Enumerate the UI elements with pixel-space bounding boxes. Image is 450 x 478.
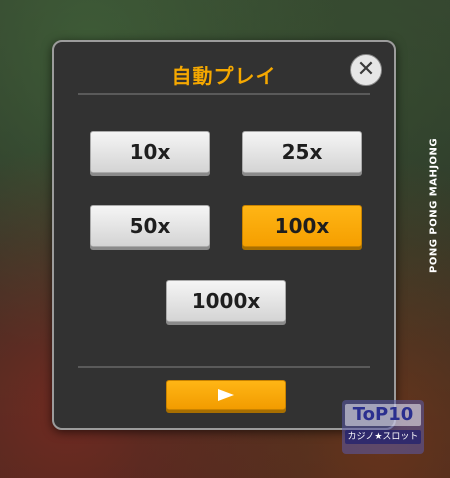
watermark-logo: ToP10 カジノ★スロット <box>342 400 424 454</box>
autoplay-dialog: 自動プレイ ✕ 10x 25x 50x 100x 1000x <box>52 40 396 430</box>
divider-bottom <box>78 366 370 368</box>
watermark-logo-text: ToP10 <box>345 404 421 426</box>
autoplay-option-10x[interactable]: 10x <box>90 131 210 173</box>
autoplay-option-50x[interactable]: 50x <box>90 205 210 247</box>
option-label: 1000x <box>191 289 261 313</box>
watermark-subtitle: カジノ★スロット <box>345 430 421 444</box>
autoplay-option-100x[interactable]: 100x <box>242 205 362 247</box>
dialog-title: 自動プレイ <box>171 64 277 88</box>
close-button[interactable]: ✕ <box>350 54 382 86</box>
play-icon <box>218 389 234 401</box>
option-label: 10x <box>129 140 171 164</box>
start-autoplay-button[interactable] <box>166 380 286 410</box>
option-label: 25x <box>281 140 323 164</box>
autoplay-option-1000x[interactable]: 1000x <box>166 280 286 322</box>
divider-top <box>78 93 370 95</box>
option-label: 50x <box>129 214 171 238</box>
autoplay-option-25x[interactable]: 25x <box>242 131 362 173</box>
close-icon: ✕ <box>356 57 376 82</box>
option-label: 100x <box>274 214 330 238</box>
game-title: PONG PONG MAHJONG <box>428 137 440 273</box>
